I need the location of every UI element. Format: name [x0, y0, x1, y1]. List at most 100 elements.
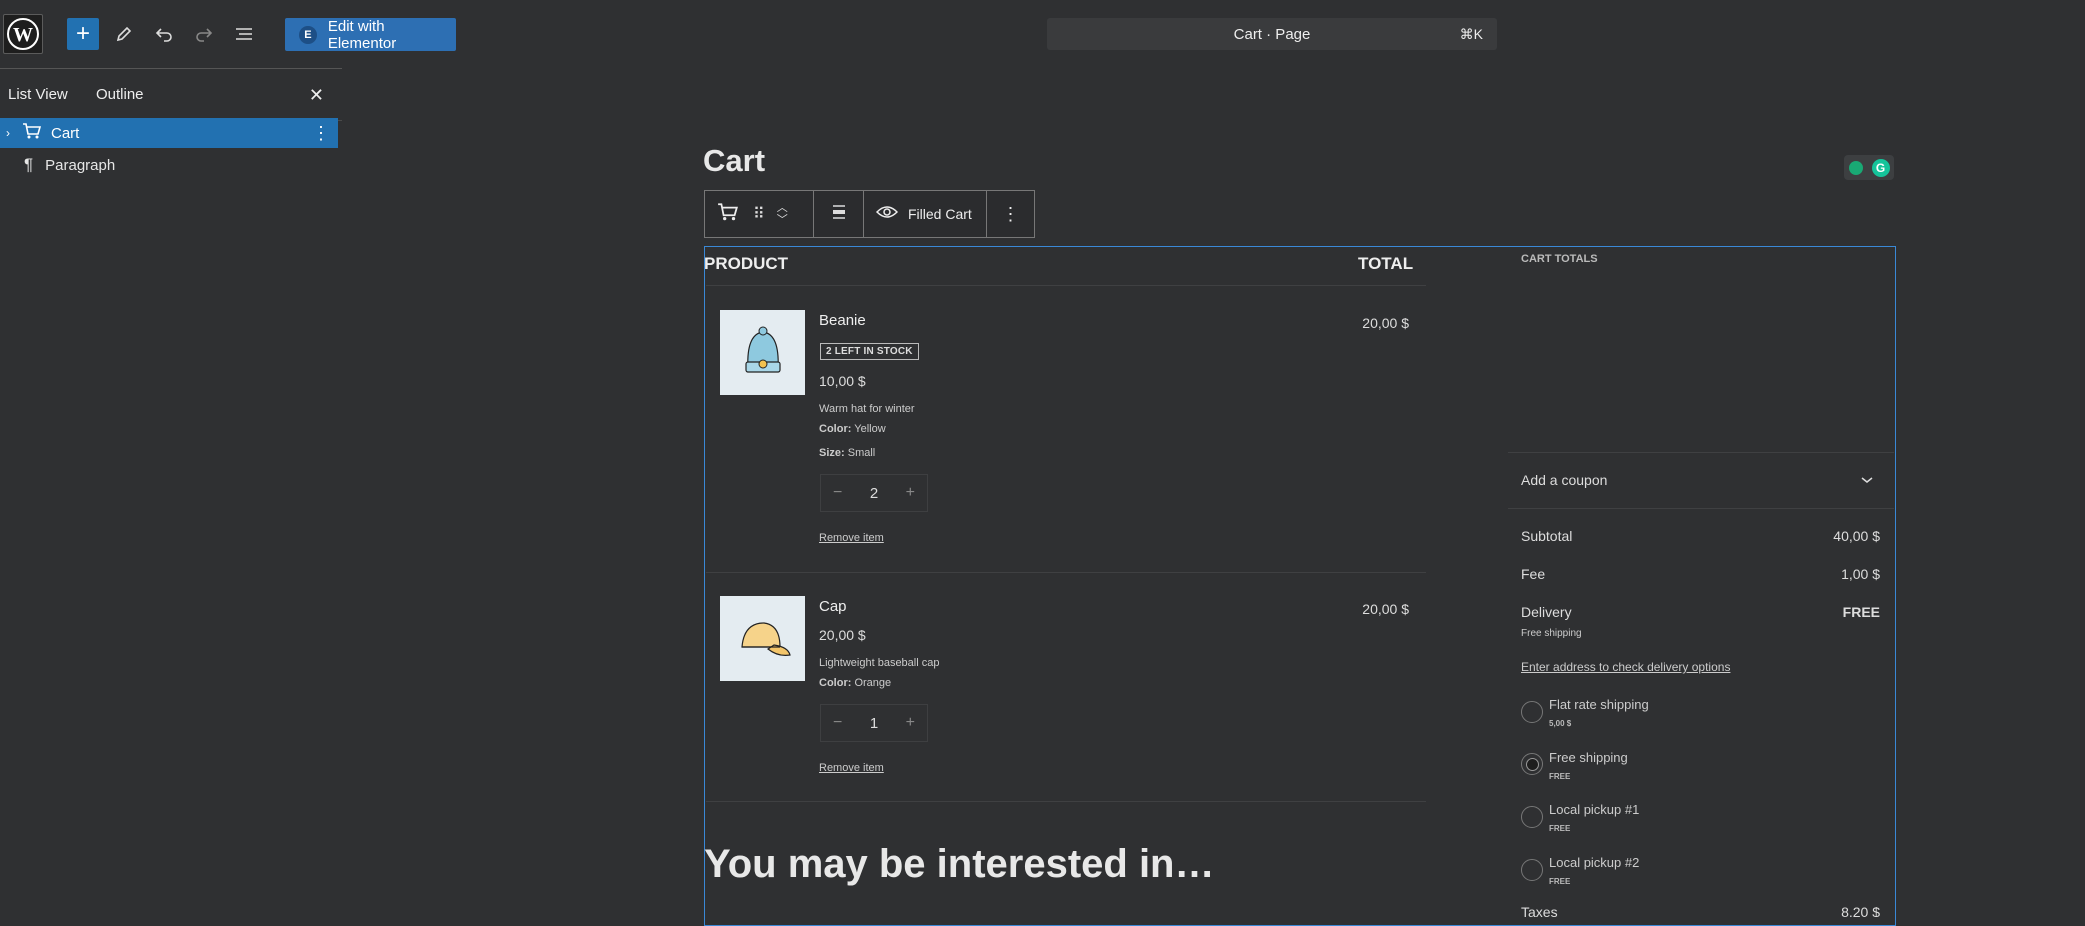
align-button[interactable]: [814, 191, 864, 237]
align-wide-icon: [830, 203, 848, 226]
delivery-label: Delivery: [1521, 604, 1572, 620]
product-name[interactable]: Beanie: [819, 312, 866, 329]
shipping-option-name[interactable]: Local pickup #2: [1549, 855, 1639, 870]
increase-button[interactable]: +: [906, 714, 915, 732]
list-item-cart[interactable]: › Cart ⋮: [0, 118, 338, 148]
delivery-method: Free shipping: [1521, 628, 1582, 639]
shipping-radio[interactable]: [1521, 859, 1543, 881]
product-attribute: Color: Yellow: [819, 423, 886, 435]
subtotal-row: Subtotal 40,00 $: [1521, 528, 1880, 544]
list-item-label: Cart: [51, 124, 80, 142]
document-title: Cart · Page: [1233, 25, 1311, 43]
divider: [706, 285, 1426, 286]
beanie-thumbnail[interactable]: [720, 310, 805, 395]
paragraph-icon: ¶: [24, 155, 34, 174]
cross-sell-heading: You may be interested in…: [704, 842, 1215, 886]
fee-value: 1,00 $: [1841, 566, 1880, 582]
view-label: Filled Cart: [908, 206, 972, 222]
product-attribute: Color: Orange: [819, 677, 892, 689]
page-title[interactable]: Cart: [703, 143, 765, 179]
shipping-option-name[interactable]: Local pickup #1: [1549, 802, 1639, 817]
chevron-right-icon[interactable]: ›: [6, 126, 10, 140]
gem-icon[interactable]: [1848, 160, 1863, 175]
line-total: 20,00 $: [1362, 315, 1409, 331]
pencil-icon[interactable]: [108, 18, 140, 50]
product-price: 20,00 $: [819, 627, 866, 643]
shipping-option-name[interactable]: Free shipping: [1549, 750, 1628, 765]
tab-list-view[interactable]: List View: [8, 69, 68, 121]
svg-text:W: W: [13, 24, 33, 46]
quantity-stepper[interactable]: − 2 +: [820, 474, 928, 512]
undo-icon[interactable]: [148, 18, 180, 50]
more-options-icon[interactable]: ⋮: [987, 191, 1034, 237]
elementor-button-label: Edit with Elementor: [327, 17, 397, 52]
line-total: 20,00 $: [1362, 601, 1409, 617]
drag-handle-icon[interactable]: ⠿: [753, 204, 765, 224]
shipping-option-price: FREE: [1549, 824, 1571, 833]
quantity-stepper[interactable]: − 1 +: [820, 704, 928, 742]
enter-address-link[interactable]: Enter address to check delivery options: [1521, 660, 1730, 674]
grammarly-icon[interactable]: G: [1871, 158, 1890, 177]
stock-badge: 2 LEFT IN STOCK: [820, 343, 919, 360]
divider: [706, 572, 1426, 573]
divider: [1508, 508, 1894, 509]
edit-with-elementor-button[interactable]: E Edit with Elementor: [285, 17, 456, 52]
sidebar-tabs: List View Outline ✕: [0, 69, 342, 121]
product-name[interactable]: Cap: [819, 598, 847, 615]
wordpress-logo-icon[interactable]: W: [3, 14, 43, 54]
taxes-value: 8,20 $: [1841, 904, 1880, 917]
list-view-icon[interactable]: [228, 18, 260, 50]
quantity-value[interactable]: 1: [870, 715, 878, 732]
coupon-label: Add a coupon: [1521, 472, 1608, 488]
elementor-icon: E: [299, 25, 317, 44]
editor-top-bar: W + E Edit with Elementor Cart · Page ⌘K: [0, 0, 2085, 68]
decrease-button[interactable]: −: [833, 714, 842, 732]
fee-label: Fee: [1521, 566, 1546, 582]
coupon-toggle[interactable]: Add a coupon: [1521, 472, 1880, 488]
list-item-label: Paragraph: [45, 156, 116, 174]
total-column-header: TOTAL: [1358, 254, 1414, 273]
increase-button[interactable]: +: [906, 484, 915, 502]
shipping-radio[interactable]: [1521, 806, 1543, 828]
product-description: Lightweight baseball cap: [819, 657, 940, 669]
shipping-radio[interactable]: [1521, 701, 1543, 723]
list-view-sidebar: List View Outline ✕ › Cart ⋮ ¶ Paragraph: [0, 68, 342, 917]
close-icon[interactable]: ✕: [309, 85, 324, 106]
remove-item-link[interactable]: Remove item: [819, 762, 884, 774]
shipping-option-price: FREE: [1549, 772, 1571, 781]
list-item-paragraph[interactable]: ¶ Paragraph: [0, 150, 338, 180]
view-switcher-button[interactable]: Filled Cart: [864, 191, 987, 237]
command-shortcut: ⌘K: [1459, 25, 1483, 42]
add-block-button[interactable]: +: [67, 18, 99, 50]
divider: [706, 801, 1426, 802]
extension-icons: G: [1844, 155, 1894, 180]
options-icon[interactable]: ⋮: [312, 123, 330, 144]
subtotal-value: 40,00 $: [1833, 528, 1880, 544]
command-palette-bar[interactable]: Cart · Page ⌘K: [1047, 18, 1497, 50]
shipping-option-name[interactable]: Flat rate shipping: [1549, 697, 1649, 712]
shipping-option-price: 5,00 $: [1549, 719, 1572, 728]
tab-outline[interactable]: Outline: [96, 69, 144, 121]
product-price: 10,00 $: [819, 373, 866, 389]
product-attribute: Size: Small: [819, 447, 876, 459]
cart-icon[interactable]: [717, 202, 739, 227]
product-column-header: PRODUCT: [704, 254, 789, 273]
move-up-down-icon[interactable]: ︿ ﹀: [777, 202, 788, 226]
chevron-down-icon[interactable]: [1860, 472, 1874, 488]
subtotal-label: Subtotal: [1521, 528, 1573, 544]
cart-totals-heading: CART TOTALS: [1521, 253, 1598, 265]
delivery-row: Delivery FREE: [1521, 604, 1880, 620]
block-toolbar: ⠿ ︿ ﹀ Filled Cart ⋮: [704, 190, 1035, 238]
decrease-button[interactable]: −: [833, 484, 842, 502]
shipping-radio-selected[interactable]: [1521, 753, 1543, 775]
eye-icon: [875, 204, 899, 225]
cap-thumbnail[interactable]: [720, 596, 805, 681]
product-description: Warm hat for winter: [819, 403, 915, 415]
quantity-value[interactable]: 2: [870, 485, 878, 502]
remove-item-link[interactable]: Remove item: [819, 532, 884, 544]
taxes-row: Taxes 8,20 $: [1521, 904, 1880, 917]
redo-icon[interactable]: [188, 18, 220, 50]
cart-icon: [22, 122, 42, 144]
divider: [1508, 452, 1894, 453]
taxes-label: Taxes: [1521, 904, 1558, 917]
